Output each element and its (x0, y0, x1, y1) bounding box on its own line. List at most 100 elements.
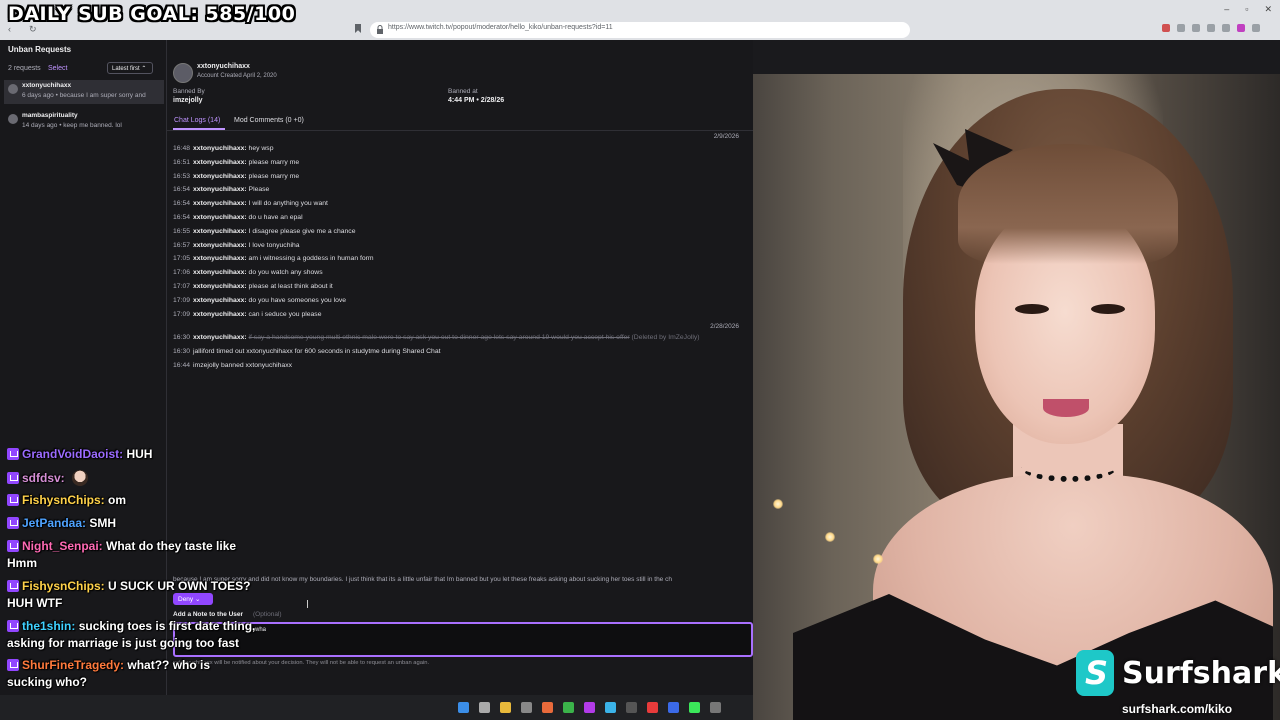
emote-icon (72, 470, 89, 486)
twitch-badge-icon (7, 448, 19, 460)
user-avatar[interactable] (173, 63, 193, 83)
chat-message: Hmm (7, 556, 37, 571)
chat-username: FishysnChips: (22, 493, 105, 507)
text-cursor-icon (307, 600, 309, 608)
sort-dropdown[interactable]: Latest first ⌃ (107, 62, 153, 74)
taskbar-icons (458, 702, 721, 713)
sponsor-url: surfshark.com/kiko (1122, 702, 1233, 716)
page-title: Unban Requests (8, 45, 72, 54)
app-icon[interactable] (605, 702, 616, 713)
app-icon[interactable] (542, 702, 553, 713)
request-list-item[interactable]: xxtonyuchihaxx 6 days ago • because I am… (4, 80, 164, 104)
extension-icon[interactable] (1207, 24, 1215, 32)
unban-requests-page: Unban Requests 2 requests Select Latest … (0, 40, 753, 695)
twitch-badge-icon (7, 540, 19, 552)
chat-text: U SUCK UR OWN TOES? (108, 579, 251, 593)
request-preview: 6 days ago • because I am super sorry an… (22, 92, 146, 99)
menu-icon[interactable] (1252, 24, 1260, 32)
extension-icon[interactable] (1177, 24, 1185, 32)
divider (166, 40, 167, 695)
browser-nav: ‹ ↻ (8, 24, 37, 35)
chat-username: the1shin: (22, 619, 76, 633)
avatar (8, 84, 18, 94)
banned-by-value: imzejolly (173, 97, 203, 104)
chat-text: sucking toes is first date thing, (78, 619, 256, 633)
chat-text: sucking who? (7, 675, 88, 689)
sponsor-brand: Surfshark® (1076, 650, 1280, 696)
chat-username: FishysnChips: (22, 579, 105, 593)
chat-message: Night_Senpai: What do they taste like (7, 539, 236, 554)
sponsor-name: Surfshark® (1122, 655, 1280, 691)
chat-message: the1shin: sucking toes is first date thi… (7, 619, 255, 634)
reload-icon[interactable]: ↻ (29, 24, 37, 35)
extension-icons (1162, 24, 1260, 32)
chat-log-line: 16:51 xxtonyuchihaxx: please marry me (173, 158, 300, 166)
chat-log-line: 17:09 xxtonyuchihaxx: can i seduce you pl… (173, 310, 322, 318)
chat-log-line: 16:48 xxtonyuchihaxx: hey wsp (173, 145, 274, 152)
bookmark-icon[interactable] (355, 24, 361, 33)
extension-icon[interactable] (1192, 24, 1200, 32)
app-icon[interactable] (626, 702, 637, 713)
fairy-light (773, 499, 783, 509)
chat-log-line: 17:05 xxtonyuchihaxx: am i witnessing a g… (173, 255, 374, 263)
browser-toolbar: ‹ ↻ https://www.twitch.tv/popout/moderat… (0, 0, 1280, 40)
app-icon[interactable] (668, 702, 679, 713)
tab-mod-comments[interactable]: Mod Comments (0 +0) (234, 117, 304, 124)
twitch-badge-icon (7, 620, 19, 632)
extension-icon[interactable] (1222, 24, 1230, 32)
chat-text: what?? who is (127, 658, 211, 672)
chat-username: GrandVoidDaoist: (22, 447, 124, 461)
app-icon[interactable] (647, 702, 658, 713)
eye (1091, 304, 1125, 314)
folder-icon[interactable] (500, 702, 511, 713)
chat-username: ShurFineTragedy: (22, 658, 125, 672)
back-icon[interactable]: ‹ (8, 24, 11, 35)
request-list-item[interactable]: mambaspirituality 14 days ago • keep me … (4, 110, 164, 134)
chat-log-line: 16:54 xxtonyuchihaxx: Please (173, 186, 270, 194)
app-icon[interactable] (689, 702, 700, 713)
sub-goal-overlay: DAILY SUB GOAL: 585/100 (8, 3, 296, 25)
app-icon[interactable] (584, 702, 595, 713)
webcam-feed (753, 74, 1280, 720)
chat-message: JetPandaa: SMH (7, 516, 116, 531)
windows-icon[interactable] (458, 702, 469, 713)
chat-log-line: 16:54 xxtonyuchihaxx: do u have an epal (173, 214, 303, 221)
banned-at-value: 4:44 PM • 2/28/26 (448, 97, 505, 104)
chat-message: sdfdsv: (7, 470, 89, 486)
extension-icon[interactable] (1162, 24, 1170, 32)
close-icon[interactable]: ✕ (1264, 4, 1272, 15)
search-icon[interactable] (479, 702, 490, 713)
unban-request-message: because I am super sorry and did not kno… (173, 576, 672, 583)
chat-text: SMH (89, 516, 117, 530)
chat-log-line: 16:30 jalliford timed out xxtonyuchihaxx … (173, 348, 441, 355)
log-date: 2/9/2026 (713, 133, 739, 140)
note-textarea[interactable]: wha (173, 622, 753, 657)
user-name[interactable]: xxtonyuchihaxx (197, 63, 250, 70)
chat-log-line: 17:09 xxtonyuchihaxx: do you have someone… (173, 296, 347, 304)
note-typed-text: wha (255, 627, 267, 633)
window-controls: – ▫ ✕ (1224, 4, 1272, 15)
chat-message: GrandVoidDaoist: HUH (7, 447, 152, 462)
fairy-light (825, 532, 835, 542)
chrome-icon[interactable] (563, 702, 574, 713)
app-icon[interactable] (710, 702, 721, 713)
chat-log-line: 16:30 xxtonyuchihaxx: if say a handsome y… (173, 334, 700, 341)
chat-message: asking for marriage is just going too fa… (7, 636, 239, 651)
sort-label: Latest first (112, 66, 140, 72)
note-label: Add a Note to the User (173, 611, 244, 618)
chat-log-line: 17:07 xxtonyuchihaxx: please at least thi… (173, 283, 333, 290)
select-link[interactable]: Select (48, 65, 67, 72)
chat-text: HUH (126, 447, 153, 461)
streamer-bangs (958, 144, 1178, 264)
address-bar[interactable]: https://www.twitch.tv/popout/moderator/h… (370, 22, 910, 38)
url-text: https://www.twitch.tv/popout/moderator/h… (388, 24, 613, 31)
tab-chat-logs[interactable]: Chat Logs (14) (174, 117, 220, 124)
minimize-icon[interactable]: – (1224, 4, 1229, 15)
notify-hint: xxtonyuchihaxx will be notified about yo… (173, 660, 430, 666)
deny-button[interactable]: Deny ⌄ (173, 593, 213, 605)
maximize-icon[interactable]: ▫ (1245, 4, 1248, 15)
chat-username: JetPandaa: (22, 516, 87, 530)
chat-log-line: 16:53 xxtonyuchihaxx: please marry me (173, 172, 300, 180)
extension-icon[interactable] (1237, 24, 1245, 32)
app-icon[interactable] (521, 702, 532, 713)
